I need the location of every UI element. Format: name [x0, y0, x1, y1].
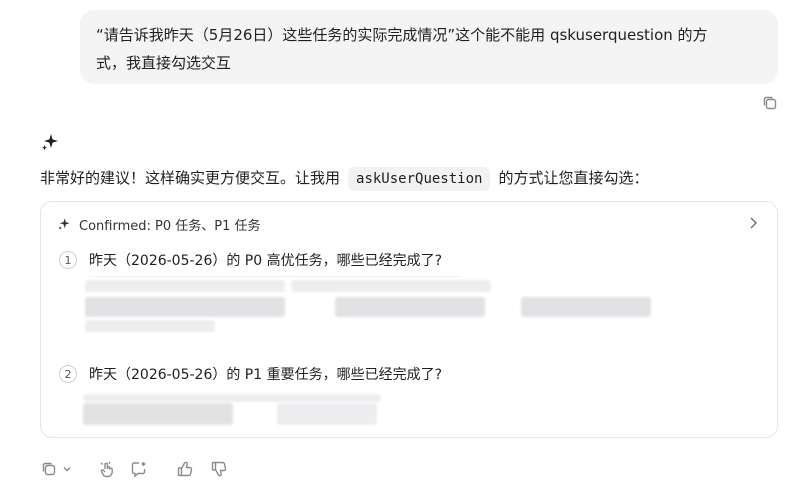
redacted-option[interactable]	[277, 403, 377, 425]
code-chip: askUserQuestion	[348, 167, 491, 191]
question-text: 昨天（2026-05-26）的 P0 高优任务，哪些已经完成了?	[89, 253, 443, 269]
assistant-message: 非常好的建议！这样确实更方便交互。让我用 askUserQuestion 的方式让您…	[40, 164, 648, 192]
question-number: 2	[59, 365, 77, 383]
assistant-text-before: 非常好的建议！这样确实更方便交互。让我用	[40, 169, 341, 187]
redacted-option[interactable]	[85, 297, 285, 317]
copy-icon[interactable]	[761, 94, 779, 112]
redacted-option	[83, 394, 381, 402]
sparkle-icon	[40, 132, 60, 152]
user-message-bubble: “请告诉我昨天（5月26日）这些任务的实际完成情况”这个能不能用 qskuser…	[80, 10, 778, 84]
thumbs-down-icon[interactable]	[210, 460, 228, 478]
sparkle-icon	[57, 217, 71, 231]
touch-icon[interactable]	[98, 460, 116, 478]
card-header[interactable]: Confirmed: P0 任务、P1 任务	[57, 214, 261, 234]
question-text: 昨天（2026-05-26）的 P1 重要任务，哪些已经完成了?	[89, 367, 443, 383]
assistant-text-after: 的方式让您直接勾选：	[498, 169, 649, 187]
chevron-right-icon[interactable]	[747, 216, 759, 230]
message-actions	[40, 459, 228, 479]
chevron-down-icon[interactable]	[62, 460, 72, 478]
add-comment-icon[interactable]	[130, 460, 148, 478]
user-message-line-2: 式，我直接勾选交互	[96, 54, 232, 72]
card-header-label: Confirmed: P0 任务、P1 任务	[79, 218, 261, 234]
redacted-option	[85, 280, 285, 292]
redacted-option[interactable]	[335, 297, 485, 317]
thumbs-up-icon[interactable]	[176, 460, 194, 478]
redacted-option[interactable]	[521, 297, 651, 317]
question-item: 1 昨天（2026-05-26）的 P0 高优任务，哪些已经完成了?	[59, 248, 442, 272]
user-message-line-1: “请告诉我昨天（5月26日）这些任务的实际完成情况”这个能不能用 qskuser…	[96, 26, 708, 44]
question-item: 2 昨天（2026-05-26）的 P1 重要任务，哪些已经完成了?	[59, 362, 442, 386]
redacted-option	[291, 280, 491, 292]
question-number: 1	[59, 251, 77, 269]
copy-icon[interactable]	[40, 460, 58, 478]
redacted-option[interactable]	[83, 403, 233, 425]
divider	[89, 276, 461, 277]
question-card: Confirmed: P0 任务、P1 任务 1 昨天（2026-05-26）的…	[40, 201, 778, 438]
redacted-option	[85, 320, 215, 332]
